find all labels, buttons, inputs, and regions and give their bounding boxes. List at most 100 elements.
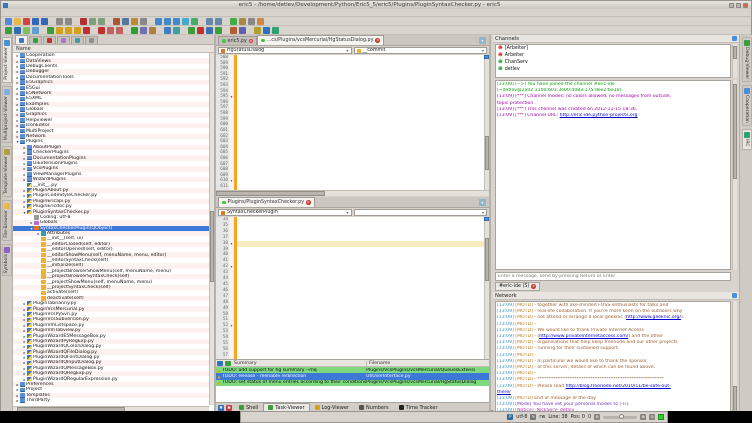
separator[interactable]	[149, 18, 153, 25]
breakpoint-next-icon[interactable]	[107, 27, 114, 34]
mail-icon[interactable]	[254, 27, 261, 34]
splitter-handle[interactable]	[484, 55, 489, 59]
link[interactable]: http://www.geeknic.org/	[626, 315, 681, 320]
translations-tab[interactable]	[57, 36, 70, 44]
filter-icon[interactable]	[217, 361, 223, 366]
channel-messages-scrollbar[interactable]	[732, 80, 737, 270]
run-script-icon[interactable]	[5, 27, 12, 34]
split-view-icon[interactable]	[215, 18, 222, 25]
vcs-commit-icon[interactable]	[197, 27, 204, 34]
irc-icon[interactable]	[272, 27, 279, 34]
zoom-out-icon[interactable]: ⊖	[594, 414, 600, 420]
close-file-icon[interactable]	[23, 18, 30, 25]
interfaces-tab[interactable]	[71, 36, 84, 44]
separator[interactable]	[248, 27, 252, 34]
check-syntax-icon[interactable]	[131, 27, 138, 34]
redo-icon[interactable]	[98, 18, 105, 25]
copy-icon[interactable]	[122, 18, 129, 25]
goto-line-icon[interactable]	[191, 18, 198, 25]
save-all-icon[interactable]	[41, 18, 48, 25]
channels-menu-icon[interactable]	[732, 36, 737, 41]
delete-icon[interactable]	[140, 18, 147, 25]
tree-vertical-scrollbar[interactable]	[209, 53, 214, 405]
editor1-code[interactable]: 588 """589 self.__restoreMissing()590591…	[216, 55, 489, 190]
zoom-slider-knob[interactable]	[619, 414, 624, 419]
undo-icon[interactable]	[89, 18, 96, 25]
spell-check-icon[interactable]	[230, 27, 237, 34]
userlist-scrollbar[interactable]	[732, 44, 737, 78]
replace-icon[interactable]	[182, 18, 189, 25]
separator[interactable]	[125, 27, 129, 34]
zoom-reset-icon[interactable]: ⊙	[649, 414, 655, 420]
tree-item[interactable]: ▸ ThirdParty	[13, 398, 209, 403]
separator[interactable]	[74, 18, 78, 25]
step-out-icon[interactable]	[74, 27, 81, 34]
profile-icon[interactable]	[239, 18, 246, 25]
forms-tab[interactable]	[29, 36, 42, 44]
close-button[interactable]	[743, 3, 748, 8]
task-row[interactable]: ▲ TODO: set status of menu entries accor…	[216, 380, 489, 386]
method-combo[interactable]: ▾	[354, 209, 488, 216]
breakpoint-toggle-icon[interactable]	[98, 27, 105, 34]
filename-column-header[interactable]: Filename	[366, 361, 489, 366]
close-editor-icon[interactable]	[80, 18, 87, 25]
sidebar-vertical-tab[interactable]: IRC	[742, 129, 752, 150]
ChanServ[interactable]: ☻ ChanServ	[496, 59, 730, 66]
editor1-horizontal-scrollbar[interactable]	[216, 190, 489, 196]
editor2-vertical-scrollbar[interactable]	[484, 217, 489, 359]
close-tab-icon[interactable]: ×	[375, 38, 380, 43]
class-combo[interactable]: SyntaxCheckerPlugin ▾	[218, 209, 352, 216]
tab-list-icon[interactable]: ▾	[479, 37, 486, 44]
detlev[interactable]: ☻ detlev	[496, 66, 730, 73]
separator[interactable]	[41, 27, 45, 34]
new-window-icon[interactable]	[206, 18, 213, 25]
documentation-icon[interactable]	[164, 27, 171, 34]
summary-column-header[interactable]: Summary	[232, 361, 366, 366]
Arbeiter[interactable]: ☻ Arbeiter	[496, 52, 730, 59]
vcs-diff-icon[interactable]	[206, 27, 213, 34]
editor-tab[interactable]: ...cs/Plugins/vcsMercurial/HgStatusDialo…	[257, 35, 384, 45]
profile-data-icon[interactable]	[149, 27, 156, 34]
save-icon[interactable]	[32, 18, 39, 25]
separator[interactable]	[182, 27, 186, 34]
editor2-code[interactable]: 3435error = ""363738▾class SyntaxChecker…	[216, 217, 489, 359]
sidebar-vertical-tab[interactable]: Debug-Viewer	[742, 37, 752, 82]
print-icon[interactable]	[56, 18, 63, 25]
minimize-button[interactable]	[729, 3, 734, 8]
sources-tab[interactable]	[15, 35, 28, 44]
cut-icon[interactable]	[113, 18, 120, 25]
paste-icon[interactable]	[131, 18, 138, 25]
continue-icon[interactable]	[47, 27, 54, 34]
breakpoint-clear-icon[interactable]	[116, 27, 123, 34]
sidebar-vertical-tab[interactable]: Symbols	[2, 244, 12, 277]
link[interactable]: http://eric-ide.python-projects.org	[560, 113, 638, 118]
vcs-update-icon[interactable]	[188, 27, 195, 34]
sidebar-vertical-tab[interactable]: Template-Viewer	[2, 146, 12, 197]
code-metrics-icon[interactable]	[140, 27, 147, 34]
filter-icon[interactable]: ▼	[218, 405, 224, 411]
separator[interactable]	[92, 27, 96, 34]
search-icon[interactable]	[155, 18, 162, 25]
autocomplete-icon[interactable]	[239, 27, 246, 34]
sidebar-vertical-tab[interactable]: Project-Viewer	[2, 37, 12, 83]
close-tab-icon[interactable]: ×	[306, 200, 311, 205]
method-combo[interactable]: __commit ▾	[354, 47, 488, 54]
open-icon[interactable]	[14, 18, 21, 25]
run-project-icon[interactable]	[23, 27, 30, 34]
separator[interactable]	[107, 18, 111, 25]
leave-channel-icon[interactable]: ×	[531, 284, 536, 289]
task-row[interactable]: ▲ TODO: release - reenable redirection U…	[216, 373, 489, 379]
editor-tab[interactable]: eric5.py ×	[218, 36, 257, 45]
separator[interactable]	[158, 27, 162, 34]
link[interactable]: http://www.privateinternetaccess.com/	[539, 334, 628, 339]
coverage-icon[interactable]: ✱	[226, 405, 232, 411]
sidebar-vertical-tab[interactable]: Cooperation	[742, 85, 752, 126]
print-preview-icon[interactable]	[65, 18, 72, 25]
step-over-icon[interactable]	[65, 27, 72, 34]
separator[interactable]	[224, 18, 228, 25]
splitter-handle[interactable]	[484, 217, 489, 221]
zoom-slider[interactable]	[603, 416, 637, 419]
resources-tab[interactable]	[43, 36, 56, 44]
web-browser-icon[interactable]	[263, 27, 270, 34]
network-menu-icon[interactable]	[732, 293, 737, 298]
